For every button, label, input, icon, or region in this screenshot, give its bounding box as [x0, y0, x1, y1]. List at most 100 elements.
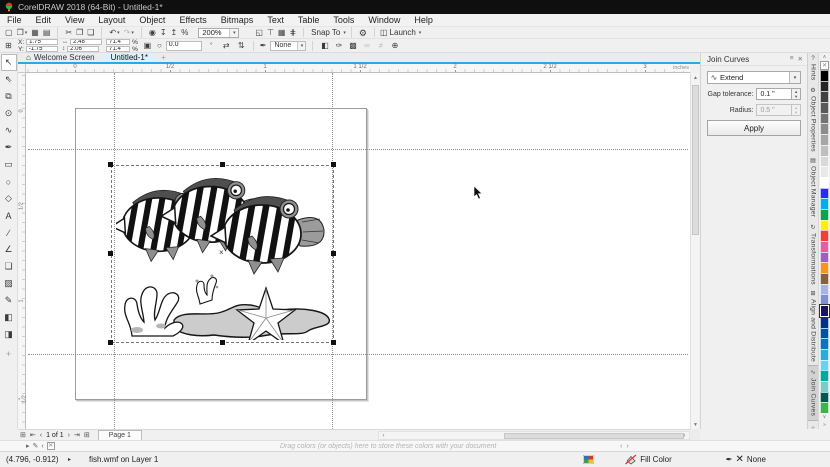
gap-tolerance-spinner[interactable]: ▲▼ [792, 88, 801, 100]
outline-width-combo[interactable]: None ▾ [270, 41, 306, 51]
crop-tool[interactable]: ⧉ [1, 88, 17, 105]
object-x-input[interactable]: 1.75 " [26, 39, 58, 45]
palette-swatch[interactable] [820, 338, 829, 349]
scroll-right-icon[interactable]: › [680, 432, 689, 440]
palette-swatch[interactable] [820, 188, 829, 199]
show-grid-icon[interactable]: ▦ [276, 27, 288, 38]
palette-swatch[interactable] [820, 134, 829, 145]
selection-handle[interactable] [108, 340, 113, 345]
document-palette-no-color-swatch[interactable]: ✕ [47, 442, 55, 450]
docker-tab-align-distribute[interactable]: ⊞ Align and Distribute [808, 287, 818, 365]
selection-center-marker[interactable]: × [219, 248, 224, 257]
first-page-icon[interactable]: ⇤ [28, 431, 38, 439]
palette-swatch[interactable] [820, 241, 829, 252]
guideline-horizontal[interactable] [28, 354, 688, 355]
new-document-tab-button[interactable]: + [156, 53, 171, 62]
guideline-horizontal[interactable] [28, 149, 688, 150]
palette-swatch[interactable] [820, 402, 829, 413]
vertical-scrollbar[interactable]: ▲ ▼ [690, 73, 699, 429]
selection-handle[interactable] [108, 162, 113, 167]
menu-item[interactable]: Object [132, 14, 172, 26]
open-icon[interactable]: ❒ ▾ [15, 27, 30, 38]
zoom-levels-icon[interactable]: % ▾ [179, 27, 190, 38]
palette-swatch[interactable] [820, 317, 829, 328]
search-content-icon[interactable]: ◉ ▾ [141, 27, 158, 38]
horizontal-scrollbar[interactable]: ‹ › [378, 431, 690, 440]
close-icon[interactable]: ✕ [798, 55, 803, 63]
menu-item[interactable]: Help [407, 14, 440, 26]
palette-swatch[interactable] [820, 123, 829, 134]
undo-icon[interactable]: ↶ ▾ [101, 27, 121, 38]
menu-item[interactable]: Window [361, 14, 407, 26]
menu-item[interactable]: Effects [172, 14, 213, 26]
rectangle-tool[interactable]: ▭ [1, 156, 17, 173]
zoom-level-combo[interactable]: 200% ▾ [198, 28, 239, 38]
palette-swatch[interactable] [820, 349, 829, 360]
eyedropper-icon[interactable]: ✎ [33, 442, 39, 450]
menu-item[interactable]: Bitmaps [214, 14, 261, 26]
redo-icon[interactable]: ↷ ▾ [122, 27, 136, 38]
gap-tolerance-input[interactable]: 0.1 " [756, 88, 792, 100]
palette-swatch[interactable] [820, 177, 829, 188]
vertical-ruler[interactable]: 01/211 1/2 [18, 73, 26, 429]
selection-handle[interactable] [331, 340, 336, 345]
shape-tool[interactable]: ⇖ [1, 71, 17, 88]
palette-swatch[interactable] [820, 156, 829, 167]
menu-item[interactable]: Table [291, 14, 327, 26]
add-docker-button[interactable]: + [808, 425, 818, 430]
transparency-tool[interactable]: ▨ [1, 275, 17, 292]
ruler-origin-corner[interactable] [18, 64, 26, 73]
selection-handle[interactable] [331, 251, 336, 256]
menu-item[interactable]: File [0, 14, 29, 26]
pick-tool[interactable]: ↖ [1, 54, 17, 71]
palette-swatch[interactable] [820, 220, 829, 231]
edit-fill-icon[interactable]: ◧ [319, 40, 330, 51]
selection-handle[interactable] [220, 162, 225, 167]
tab-welcome-screen[interactable]: ⌂ Welcome Screen [18, 53, 103, 62]
show-guidelines-icon[interactable]: ⋕ [287, 27, 298, 38]
palette-swatch[interactable] [820, 360, 829, 371]
palette-swatch[interactable] [820, 198, 829, 209]
palette-swatch[interactable] [820, 273, 829, 284]
cut-icon[interactable]: ✂ ▾ [57, 27, 74, 38]
add-page-icon[interactable]: ⊞ [18, 431, 28, 439]
docker-tab-transformations[interactable]: ↻ Transformations [808, 221, 818, 288]
dimension-tool[interactable]: ∕ [1, 224, 17, 241]
drawing-canvas[interactable]: × [26, 73, 690, 429]
object-width-input[interactable]: 2.48 " [70, 39, 102, 45]
palette-swatch[interactable] [820, 102, 829, 113]
full-screen-preview-icon[interactable]: ◱ [253, 27, 265, 38]
paste-icon[interactable]: ❑ ▾ [85, 27, 96, 38]
scroll-up-icon[interactable]: ▲ [691, 73, 700, 82]
selection-handle[interactable] [331, 162, 336, 167]
menu-item[interactable]: Text [260, 14, 291, 26]
mirror-vertical-icon[interactable]: ⇅ [236, 40, 247, 51]
export-icon[interactable]: ↥ ▾ [169, 27, 180, 38]
horizontal-ruler[interactable]: 01/211 1/222 1/23 inches [26, 64, 690, 73]
import-icon[interactable]: ↧ ▾ [158, 27, 169, 38]
snap-to-dropdown[interactable]: Snap To ▾ [303, 28, 346, 37]
palette-swatch[interactable] [820, 70, 829, 81]
polygon-tool[interactable]: ◇ [1, 190, 17, 207]
wrap-text-icon[interactable]: ▩ [347, 40, 358, 51]
freehand-tool[interactable]: ∿ [1, 122, 17, 139]
docker-tab-object-properties[interactable]: ⚙ Object Properties [808, 84, 818, 155]
scale-h-input[interactable]: 71.4 [106, 39, 130, 45]
palette-swatch[interactable] [820, 145, 829, 156]
palette-swatch[interactable] [820, 284, 829, 295]
selection-handle[interactable] [108, 251, 113, 256]
ellipse-tool[interactable]: ○ [1, 173, 17, 190]
docker-tab-hints[interactable]: ? Hints [808, 53, 818, 84]
connector-tool[interactable]: ∠ [1, 241, 17, 258]
palette-swatch[interactable] [820, 328, 829, 339]
scroll-left-icon[interactable]: ‹ [379, 432, 388, 440]
palette-swatch[interactable] [820, 91, 829, 102]
tab-untitled-document[interactable]: Untitled-1* [103, 53, 156, 62]
link-icon[interactable]: ∞ [361, 40, 372, 51]
scale-v-input[interactable]: 71.4 [106, 46, 130, 52]
document-palette-scroll-left-icon[interactable]: ‹ [620, 443, 622, 450]
no-color-swatch[interactable]: ✕ [820, 61, 829, 70]
palette-expand-icon[interactable]: » [820, 421, 829, 429]
selection-handle[interactable] [220, 340, 225, 345]
scroll-down-icon[interactable]: ▼ [691, 420, 700, 429]
